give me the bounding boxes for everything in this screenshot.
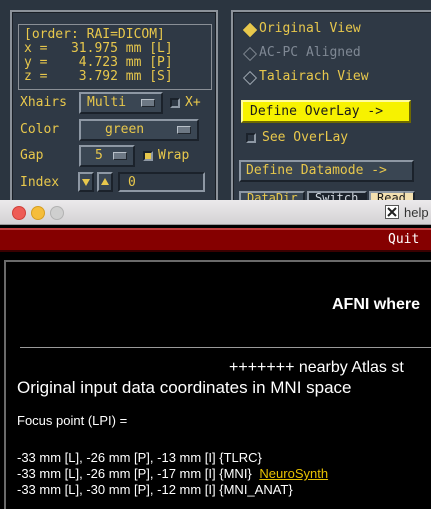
index-value: 0: [128, 175, 136, 190]
coord-order: [order: RAI=DICOM]: [24, 27, 165, 42]
gap-label: Gap: [20, 148, 44, 163]
see-overlay-checkbox[interactable]: [246, 133, 256, 143]
quit-button[interactable]: Quit: [388, 232, 419, 247]
xplus-label: X+: [185, 95, 201, 110]
coord-line-mni-anat: -33 mm [L], -30 mm [P], -12 mm [I] {MNI_…: [17, 482, 293, 497]
help-heading: AFNI where: [332, 296, 421, 313]
coord-y: y = 4.723 mm [P]: [24, 55, 173, 70]
define-datamode-button[interactable]: Define Datamode ->: [239, 160, 414, 182]
see-overlay-label: See OverLay: [262, 130, 349, 145]
index-label: Index: [20, 175, 60, 190]
arrow-down-icon: [82, 179, 90, 186]
gap-value: 5: [95, 148, 103, 163]
help-window: help Quit AFNI where +++++++ nearby Atla…: [0, 200, 431, 509]
define-datamode-label: Define Datamode ->: [246, 163, 387, 178]
talairach-view-label[interactable]: Talairach View: [259, 69, 369, 84]
acpc-view-label[interactable]: AC-PC Aligned: [259, 45, 361, 60]
coordinate-display[interactable]: [order: RAI=DICOM] x = 31.975 mm [L] y =…: [18, 24, 212, 90]
original-coords-heading: Original input data coordinates in MNI s…: [17, 378, 352, 397]
afni-control-panel: [order: RAI=DICOM] x = 31.975 mm [L] y =…: [0, 0, 431, 210]
option-menu-icon: [177, 126, 191, 134]
coord-x: x = 31.975 mm [L]: [24, 41, 173, 56]
x11-app-icon: [385, 205, 399, 219]
gap-menu[interactable]: 5: [79, 145, 135, 167]
zoom-window-button[interactable]: [50, 206, 64, 220]
index-down-button[interactable]: [78, 172, 94, 192]
help-content-area[interactable]: AFNI where +++++++ nearby Atlas st Origi…: [4, 260, 431, 509]
arrow-up-icon: [101, 178, 109, 185]
xplus-checkbox[interactable]: [170, 98, 180, 108]
window-title: help: [404, 205, 429, 220]
wrap-checkbox[interactable]: [143, 151, 153, 161]
coord-line-mni: -33 mm [L], -26 mm [P], -17 mm [I] {MNI}…: [17, 466, 328, 481]
close-window-button[interactable]: [12, 206, 26, 220]
option-menu-icon: [141, 99, 155, 107]
original-view-label[interactable]: Original View: [259, 21, 361, 36]
color-value: green: [105, 122, 145, 137]
coord-text: -33 mm [L], -30 mm [P], -12 mm [I] {MNI_…: [17, 482, 293, 497]
coord-text: -33 mm [L], -26 mm [P], -13 mm [I] {TLRC…: [17, 450, 262, 465]
option-menu-icon: [113, 152, 127, 160]
nearby-atlas-heading: +++++++ nearby Atlas st: [229, 359, 404, 376]
color-label: Color: [20, 122, 60, 137]
coord-line-tlrc: -33 mm [L], -26 mm [P], -13 mm [I] {TLRC…: [17, 450, 262, 465]
define-overlay-button[interactable]: Define OverLay ->: [241, 100, 411, 123]
xhairs-menu[interactable]: Multi: [79, 92, 163, 114]
wrap-label: Wrap: [158, 148, 190, 163]
coord-z: z = 3.792 mm [S]: [24, 69, 173, 84]
horizontal-divider: [20, 347, 431, 348]
xhairs-label: Xhairs: [20, 95, 67, 110]
focus-point-label: Focus point (LPI) =: [17, 413, 128, 428]
coord-text: -33 mm [L], -26 mm [P], -17 mm [I] {MNI}: [17, 466, 252, 481]
neurosynth-link[interactable]: NeuroSynth: [259, 466, 328, 481]
help-menubar: Quit: [0, 228, 431, 252]
color-menu[interactable]: green: [79, 119, 199, 141]
index-up-button[interactable]: [97, 172, 113, 192]
index-input[interactable]: 0: [118, 172, 205, 192]
define-overlay-label: Define OverLay ->: [250, 104, 384, 119]
title-bar[interactable]: help: [0, 200, 431, 225]
xhairs-value: Multi: [87, 95, 127, 110]
minimize-window-button[interactable]: [31, 206, 45, 220]
